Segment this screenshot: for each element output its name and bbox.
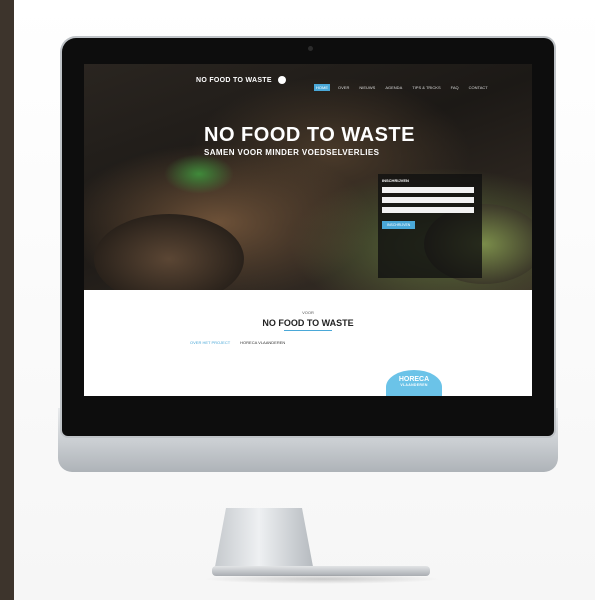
hero-section: NO FOOD TO WASTE HOME OVER NIEUWS AGENDA… <box>84 64 532 304</box>
signup-form: INSCHRIJVEN INSCHRIJVEN <box>378 174 482 278</box>
nav-item-nieuws[interactable]: NIEUWS <box>357 84 377 91</box>
main-nav: HOME OVER NIEUWS AGENDA TIPS & TRICKS FA… <box>314 84 490 91</box>
nav-item-agenda[interactable]: AGENDA <box>383 84 404 91</box>
tab-over-project[interactable]: OVER HET PROJECT <box>190 340 230 345</box>
content-section: VOOR NO FOOD TO WASTE OVER HET PROJECT H… <box>84 290 532 396</box>
site-logo[interactable]: NO FOOD TO WASTE <box>196 76 287 84</box>
badge-top-text: HORECA <box>398 376 430 383</box>
camera-icon <box>308 46 313 51</box>
name-input[interactable] <box>382 187 474 193</box>
hero-headline: NO FOOD TO WASTE <box>204 124 415 146</box>
section-kicker: VOOR <box>302 310 314 315</box>
title-underline <box>284 330 332 331</box>
logo-text: NO FOOD TO WASTE <box>196 76 272 84</box>
nav-item-contact[interactable]: CONTACT <box>467 84 490 91</box>
tab-horeca[interactable]: HORECA VLAANDEREN <box>240 340 285 345</box>
monitor-shadow <box>202 574 442 584</box>
logo-badge-icon <box>278 76 287 84</box>
submit-button[interactable]: INSCHRIJVEN <box>382 221 416 229</box>
section-title: NO FOOD TO WASTE <box>262 318 354 328</box>
salad-garnish <box>164 154 234 194</box>
email-input[interactable] <box>382 197 474 203</box>
monitor-stand <box>214 508 314 572</box>
monitor-bezel: NO FOOD TO WASTE HOME OVER NIEUWS AGENDA… <box>62 38 554 436</box>
organisation-input[interactable] <box>382 207 474 213</box>
website-screen: NO FOOD TO WASTE HOME OVER NIEUWS AGENDA… <box>84 64 532 396</box>
nav-item-faq[interactable]: FAQ <box>449 84 461 91</box>
badge-bottom-text: VLAANDEREN <box>400 383 428 387</box>
hero-subhead: SAMEN VOOR MINDER VOEDSELVERLIES <box>204 148 380 157</box>
content-tabs: OVER HET PROJECT HORECA VLAANDEREN <box>190 340 285 345</box>
form-title: INSCHRIJVEN <box>382 178 409 183</box>
nav-item-tips[interactable]: TIPS & TRICKS <box>410 84 442 91</box>
nav-item-home[interactable]: HOME <box>314 84 330 91</box>
imac-monitor: NO FOOD TO WASTE HOME OVER NIEUWS AGENDA… <box>58 38 558 584</box>
horeca-badge: HORECA VLAANDEREN <box>386 370 442 396</box>
nav-item-over[interactable]: OVER <box>336 84 351 91</box>
